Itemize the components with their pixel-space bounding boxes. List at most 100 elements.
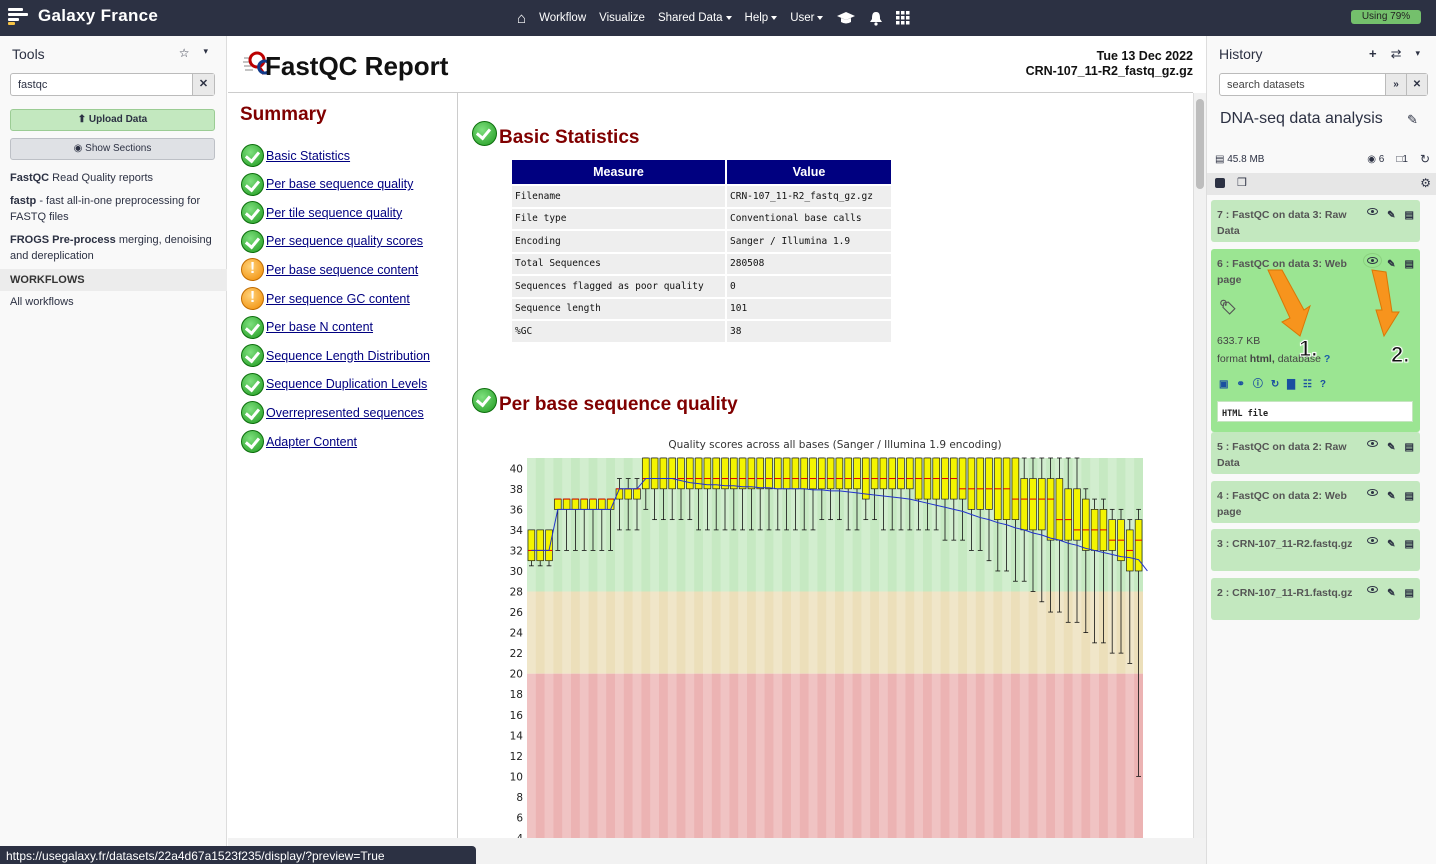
history-select-bar: ❒ ⚙ xyxy=(1207,173,1436,195)
advanced-search-icon[interactable]: » xyxy=(1385,74,1406,95)
table-row: Sequence length 101 xyxy=(512,298,891,319)
trash-icon[interactable]: ▤ xyxy=(1405,489,1414,505)
history-item[interactable]: 2 : CRN-107_11-R1.fastq.gz ✎ ▤ xyxy=(1211,578,1420,620)
trash-icon[interactable]: ▤ xyxy=(1405,586,1414,602)
pencil-icon[interactable]: ✎ xyxy=(1387,586,1395,602)
summary-link[interactable]: Per sequence GC content xyxy=(266,292,410,306)
history-item[interactable]: 5 : FastQC on data 2: Raw Data ✎ ▤ xyxy=(1211,432,1420,474)
quota-meter[interactable]: Using 79% xyxy=(1351,10,1421,24)
eye-icon[interactable] xyxy=(1367,586,1379,593)
pencil-icon[interactable]: ✎ xyxy=(1387,208,1395,224)
quartile-box xyxy=(686,457,694,490)
history-item-title[interactable]: 2 : CRN-107_11-R1.fastq.gz xyxy=(1217,585,1362,601)
trash-icon[interactable]: ▤ xyxy=(1405,537,1414,553)
summary-item: Overrepresented sequences xyxy=(241,401,424,425)
y-tick-label: 20 xyxy=(510,669,523,681)
nav-visualize[interactable]: Visualize xyxy=(599,12,645,24)
show-sections-button[interactable]: ◉ Show Sections xyxy=(10,138,215,160)
quartile-box xyxy=(782,457,791,490)
tool-search-input[interactable]: fastqc xyxy=(11,74,192,95)
eye-icon[interactable] xyxy=(1367,537,1379,544)
tool-name: FastQC xyxy=(10,172,50,184)
eye-icon[interactable] xyxy=(1367,208,1379,215)
refresh-icon[interactable]: ↻ xyxy=(1420,152,1430,166)
eye-icon[interactable] xyxy=(1367,489,1379,496)
nav-help[interactable]: Help xyxy=(745,12,778,24)
nav-shared-data[interactable]: Shared Data xyxy=(658,12,732,24)
summary-link[interactable]: Per base sequence content xyxy=(266,263,418,277)
pass-icon xyxy=(241,229,264,253)
summary-link[interactable]: Per sequence quality scores xyxy=(266,234,423,248)
chevron-down-icon xyxy=(725,16,732,20)
pencil-icon[interactable]: ✎ xyxy=(1387,440,1395,456)
tool-result-fastqc[interactable]: FastQC Read Quality reports xyxy=(10,171,218,187)
plus-icon[interactable]: + xyxy=(1369,46,1377,62)
y-tick-label: 26 xyxy=(510,607,524,619)
history-item-title[interactable]: 3 : CRN-107_11-R2.fastq.gz xyxy=(1217,536,1362,552)
collapse-icon[interactable]: ❒ xyxy=(1237,176,1247,189)
nav-workflow[interactable]: Workflow xyxy=(539,12,586,24)
quartile-box xyxy=(571,498,580,510)
summary-link[interactable]: Sequence Duplication Levels xyxy=(266,377,427,391)
warning-icon xyxy=(241,258,264,282)
quartile-box xyxy=(589,498,597,510)
upload-data-button[interactable]: ⬆ Upload Data xyxy=(10,109,215,131)
home-icon[interactable]: ⌂ xyxy=(517,10,526,27)
summary-link[interactable]: Per base sequence quality xyxy=(266,177,413,191)
summary-item: Per tile sequence quality xyxy=(241,201,402,225)
history-item-actions: ✎ ▤ xyxy=(1367,208,1414,224)
cell-measure: Encoding xyxy=(512,231,725,252)
history-item[interactable]: 3 : CRN-107_11-R2.fastq.gz ✎ ▤ xyxy=(1211,529,1420,571)
brand[interactable]: Galaxy France xyxy=(8,6,158,26)
summary-link[interactable]: Basic Statistics xyxy=(266,149,350,163)
chevron-down-icon[interactable]: ▾ xyxy=(1415,46,1420,62)
history-item[interactable]: 4 : FastQC on data 2: Web page ✎ ▤ xyxy=(1211,481,1420,523)
map-marker-icon[interactable]: ◉ xyxy=(1367,154,1376,165)
tool-result-frogs[interactable]: FROGS Pre-process merging, denoising and… xyxy=(10,233,218,264)
pass-icon xyxy=(472,120,497,146)
report-header: FastQC Report Tue 13 Dec 2022 CRN-107_11… xyxy=(228,36,1193,93)
deleted-count[interactable]: 1 xyxy=(1402,154,1408,165)
history-size[interactable]: 45.8 MB xyxy=(1227,154,1264,165)
summary-link[interactable]: Per base N content xyxy=(266,320,373,334)
chevron-down-icon[interactable]: ▾ xyxy=(203,46,208,60)
tool-result-fastp[interactable]: fastp - fast all-in-one preprocessing fo… xyxy=(10,194,218,225)
scroll-thumb[interactable] xyxy=(1196,99,1204,189)
pencil-icon[interactable]: ✎ xyxy=(1387,489,1395,505)
cell-value: 0 xyxy=(727,276,891,297)
table-row: Encoding Sanger / Illumina 1.9 xyxy=(512,231,891,252)
quartile-box xyxy=(774,457,782,490)
trash-icon[interactable]: ▤ xyxy=(1405,440,1414,456)
edit-pencil-icon[interactable]: ✎ xyxy=(1407,112,1418,128)
all-workflows-link[interactable]: All workflows xyxy=(10,295,218,311)
pencil-icon[interactable]: ✎ xyxy=(1387,537,1395,553)
history-item[interactable]: 7 : FastQC on data 3: Raw Data ✎ ▤ xyxy=(1211,200,1420,242)
summary-link[interactable]: Overrepresented sequences xyxy=(266,406,424,420)
trash-icon[interactable]: ▤ xyxy=(1405,208,1414,224)
gear-icon[interactable]: ⚙ xyxy=(1420,176,1431,190)
report-scrollbar[interactable] xyxy=(1193,93,1206,838)
quartile-box xyxy=(1055,478,1064,541)
shown-count[interactable]: 6 xyxy=(1379,154,1385,165)
summary-link[interactable]: Per tile sequence quality xyxy=(266,206,402,220)
clear-search-icon[interactable]: ✕ xyxy=(1406,74,1427,95)
nav-user[interactable]: User xyxy=(790,12,824,24)
summary-link[interactable]: Sequence Length Distribution xyxy=(266,349,430,363)
quartile-box xyxy=(650,457,659,490)
switch-history-icon[interactable]: ⇄ xyxy=(1391,46,1402,62)
history-item-title[interactable]: 4 : FastQC on data 2: Web page xyxy=(1217,488,1362,520)
history-search-input[interactable]: search datasets xyxy=(1220,74,1385,95)
star-icon[interactable]: ☆ xyxy=(179,46,190,60)
graduation-cap-icon[interactable] xyxy=(836,11,856,25)
bell-svg xyxy=(870,11,883,26)
summary-link[interactable]: Adapter Content xyxy=(266,435,357,449)
y-tick-label: 6 xyxy=(516,812,523,824)
history-item-title[interactable]: 7 : FastQC on data 3: Raw Data xyxy=(1217,207,1362,239)
eye-icon[interactable] xyxy=(1367,440,1379,447)
bell-icon[interactable] xyxy=(869,11,883,26)
clear-search-icon[interactable]: ✕ xyxy=(192,74,214,95)
select-all-checkbox-icon[interactable] xyxy=(1215,178,1225,188)
history-item-title[interactable]: 5 : FastQC on data 2: Raw Data xyxy=(1217,439,1362,471)
apps-grid-icon[interactable] xyxy=(896,11,910,25)
pass-icon xyxy=(241,144,264,167)
